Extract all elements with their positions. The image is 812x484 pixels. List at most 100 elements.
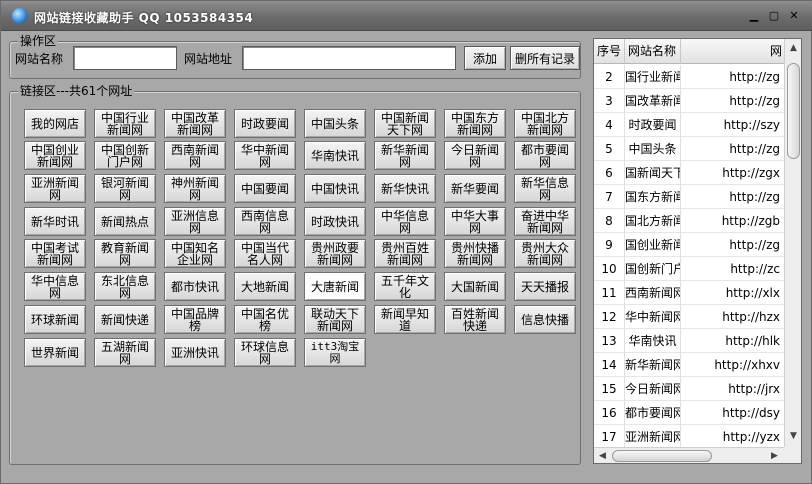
- close-icon[interactable]: ✕: [787, 9, 801, 23]
- site-link-button[interactable]: 中国创新门户网: [94, 141, 156, 170]
- table-row[interactable]: 13 华南快讯 http://hlk: [594, 329, 787, 353]
- site-link-button[interactable]: 贵州大众新闻网: [514, 239, 576, 268]
- site-link-button[interactable]: 大国新闻: [444, 272, 506, 301]
- site-link-button[interactable]: 新华新闻网: [374, 141, 436, 170]
- scroll-left-icon[interactable]: ◀: [594, 449, 611, 463]
- site-link-button[interactable]: 亚洲新闻网: [24, 174, 86, 203]
- site-link-button[interactable]: 五湖新闻网: [94, 338, 156, 367]
- maximize-icon[interactable]: ▢: [767, 9, 781, 23]
- table-row[interactable]: 8 国北方新闻 http://zgb: [594, 209, 787, 233]
- site-link-button[interactable]: 贵州政要新闻网: [304, 239, 366, 268]
- site-link-button[interactable]: 中国考试新闻网: [24, 239, 86, 268]
- horizontal-scrollbar[interactable]: ◀ ▶: [594, 447, 784, 463]
- site-link-button[interactable]: 中华大事网: [444, 207, 506, 236]
- operation-group: 操作区 网站名称 网站地址 添加 删所有记录: [9, 34, 581, 79]
- site-link-button[interactable]: 贵州百姓新闻网: [374, 239, 436, 268]
- site-link-button[interactable]: 五千年文化: [374, 272, 436, 301]
- site-link-button[interactable]: 百姓新闻快递: [444, 305, 506, 334]
- site-link-button[interactable]: 新闻热点: [94, 207, 156, 236]
- site-link-button[interactable]: 新闻快递: [94, 305, 156, 334]
- site-name-input[interactable]: [73, 46, 177, 70]
- site-link-button[interactable]: 贵州快播新闻网: [444, 239, 506, 268]
- site-link-button[interactable]: 中国要闻: [234, 174, 296, 203]
- site-link-button[interactable]: 中国新闻天下网: [374, 109, 436, 138]
- table-row[interactable]: 11 西南新闻网 http://xlx: [594, 281, 787, 305]
- site-link-button[interactable]: 中华信息网: [374, 207, 436, 236]
- site-link-button[interactable]: 中国名优榜: [234, 305, 296, 334]
- header-site-url[interactable]: 网: [681, 39, 787, 64]
- site-link-button[interactable]: 新华要闻: [444, 174, 506, 203]
- site-link-button[interactable]: 西南新闻网: [164, 141, 226, 170]
- site-link-button[interactable]: 大地新闻: [234, 272, 296, 301]
- minimize-icon[interactable]: ▁: [747, 9, 761, 23]
- vertical-scroll-thumb[interactable]: [787, 63, 800, 159]
- site-link-button[interactable]: 时政要闻: [234, 109, 296, 138]
- table-row[interactable]: 14 新华新闻网 http://xhxv: [594, 353, 787, 377]
- site-link-button[interactable]: 中国创业新闻网: [24, 141, 86, 170]
- site-link-button[interactable]: 大唐新闻: [304, 272, 366, 301]
- header-index[interactable]: 序号: [594, 39, 625, 64]
- site-link-button[interactable]: 中国北方新闻网: [514, 109, 576, 138]
- site-link-button[interactable]: 奋进中华新闻网: [514, 207, 576, 236]
- table-row[interactable]: 15 今日新闻网 http://jrx: [594, 377, 787, 401]
- site-link-button[interactable]: 新华时讯: [24, 207, 86, 236]
- table-row[interactable]: 10 国创新门户 http://zc: [594, 257, 787, 281]
- site-link-button[interactable]: 都市快讯: [164, 272, 226, 301]
- table-row[interactable]: 16 都市要闻网 http://dsy: [594, 401, 787, 425]
- site-link-button[interactable]: 亚洲快讯: [164, 338, 226, 367]
- site-link-button[interactable]: 今日新闻网: [444, 141, 506, 170]
- site-link-button[interactable]: 环球新闻: [24, 305, 86, 334]
- table-row[interactable]: 17 亚洲新闻网 http://yzx: [594, 425, 787, 449]
- table-row[interactable]: 2 国行业新闻 http://zg: [594, 65, 787, 89]
- site-link-button[interactable]: 中国改革新闻网: [164, 109, 226, 138]
- row-site-name: 国创新门户: [625, 257, 681, 281]
- table-row[interactable]: 4 时政要闻 http://szy: [594, 113, 787, 137]
- site-link-button[interactable]: 中国行业新闻网: [94, 109, 156, 138]
- site-link-button[interactable]: 我的网店: [24, 109, 86, 138]
- scroll-down-icon[interactable]: ▼: [785, 429, 801, 443]
- table-row[interactable]: 5 中国头条 http://zg: [594, 137, 787, 161]
- site-link-button[interactable]: itt3淘宝网: [304, 338, 366, 367]
- table-row[interactable]: 7 国东方新闻 http://zg: [594, 185, 787, 209]
- site-link-button[interactable]: 时政快讯: [304, 207, 366, 236]
- site-url-input[interactable]: [242, 46, 456, 70]
- site-link-button[interactable]: 教育新闻网: [94, 239, 156, 268]
- site-link-button[interactable]: 新闻早知道: [374, 305, 436, 334]
- site-link-button[interactable]: 西南信息网: [234, 207, 296, 236]
- site-link-button[interactable]: 新华快讯: [374, 174, 436, 203]
- table-row[interactable]: 9 国创业新闻 http://zg: [594, 233, 787, 257]
- scroll-right-icon[interactable]: ▶: [766, 449, 783, 463]
- site-link-button[interactable]: 都市要闻网: [514, 141, 576, 170]
- site-link-button[interactable]: 华中信息网: [24, 272, 86, 301]
- site-link-button[interactable]: 中国头条: [304, 109, 366, 138]
- header-site-name[interactable]: 网站名称: [625, 39, 681, 64]
- horizontal-scroll-thumb[interactable]: [612, 450, 712, 462]
- site-link-button[interactable]: 中国东方新闻网: [444, 109, 506, 138]
- site-link-button[interactable]: 世界新闻: [24, 338, 86, 367]
- site-link-button[interactable]: 新华信息网: [514, 174, 576, 203]
- site-link-button[interactable]: 银河新闻网: [94, 174, 156, 203]
- table-row[interactable]: 3 国改革新闻 http://zg: [594, 89, 787, 113]
- delete-all-button[interactable]: 删所有记录: [510, 46, 580, 70]
- site-link-button[interactable]: 联动天下新闻网: [304, 305, 366, 334]
- site-link-button[interactable]: 中国知名企业网: [164, 239, 226, 268]
- scroll-up-icon[interactable]: ▲: [785, 41, 801, 55]
- add-button[interactable]: 添加: [464, 46, 506, 70]
- site-link-button[interactable]: 天天播报: [514, 272, 576, 301]
- site-link-button[interactable]: 华南快讯: [304, 141, 366, 170]
- row-index: 10: [594, 257, 625, 281]
- site-link-button[interactable]: 中国快讯: [304, 174, 366, 203]
- site-link-button[interactable]: 中国当代名人网: [234, 239, 296, 268]
- table-row[interactable]: 6 国新闻天下 http://zgx: [594, 161, 787, 185]
- site-link-button[interactable]: 华中新闻网: [234, 141, 296, 170]
- title-bar[interactable]: 网站链接收藏助手 QQ 1053584354 ▁ ▢ ✕: [1, 1, 812, 31]
- site-link-button[interactable]: 东北信息网: [94, 272, 156, 301]
- site-link-button[interactable]: 亚洲信息网: [164, 207, 226, 236]
- site-link-button[interactable]: 神州新闻网: [164, 174, 226, 203]
- site-link-button[interactable]: 中国品牌榜: [164, 305, 226, 334]
- links-group: 链接区---共61个网址 我的网店 中国行业新闻网 中国改革新闻网 时政要闻 中国头条中…: [9, 84, 581, 465]
- site-link-button[interactable]: 信息快播: [514, 305, 576, 334]
- site-link-button[interactable]: 环球信息网: [234, 338, 296, 367]
- vertical-scrollbar[interactable]: ▲ ▼: [784, 39, 801, 447]
- table-row[interactable]: 12 华中新闻网 http://hzx: [594, 305, 787, 329]
